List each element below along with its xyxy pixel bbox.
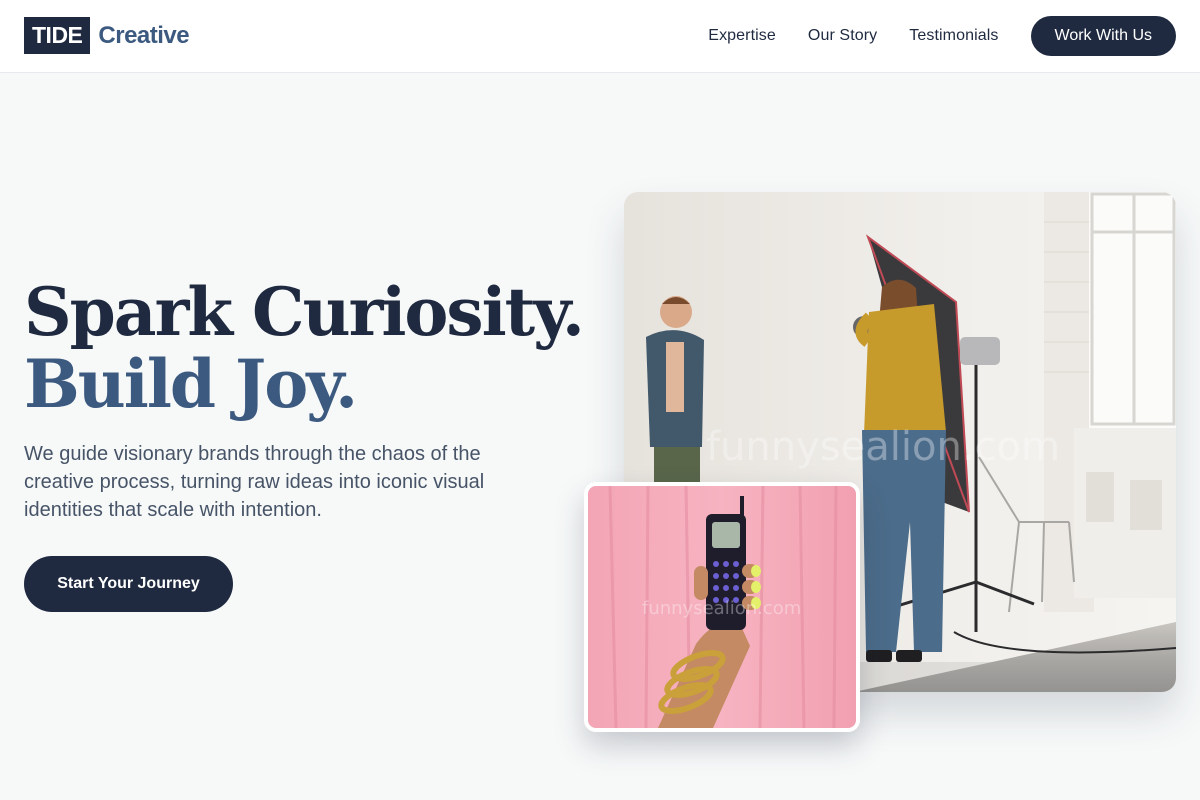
work-with-us-button[interactable]: Work With Us [1030, 16, 1176, 56]
nav-link-expertise[interactable]: Expertise [708, 27, 776, 45]
hero-headline-line1: Spark Curiosity. [24, 273, 585, 351]
nav-link-testimonials[interactable]: Testimonials [909, 27, 998, 45]
hero-description: We guide visionary brands through the ch… [24, 443, 485, 521]
hero-headline: Spark Curiosity. Build Joy. [24, 273, 585, 423]
phone-photo: funnysealion.com [584, 482, 860, 732]
site-header: TIDE Creative Expertise Our Story Testim… [0, 0, 1200, 73]
main-nav: Expertise Our Story Testimonials Work Wi… [708, 16, 1176, 56]
phone-photo-illustration: funnysealion.com [588, 486, 856, 728]
nav-link-our-story[interactable]: Our Story [808, 27, 877, 45]
svg-text:funnysealion.com: funnysealion.com [706, 424, 1060, 470]
brand-logo[interactable]: TIDE Creative [24, 17, 190, 54]
hero-headline-line2: Build Joy. [24, 345, 358, 423]
start-journey-button[interactable]: Start Your Journey [24, 556, 233, 612]
brand-name: Creative [98, 21, 190, 49]
svg-text:funnysealion.com: funnysealion.com [642, 598, 801, 619]
brand-mark: TIDE [24, 17, 91, 54]
